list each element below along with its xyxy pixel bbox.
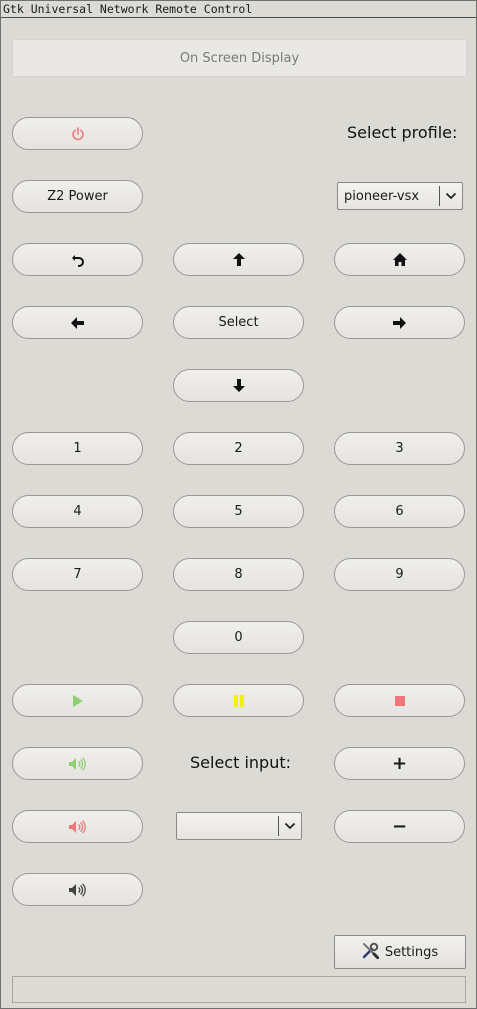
volume-green-icon	[68, 756, 87, 771]
stop-icon	[394, 695, 405, 706]
power-button[interactable]	[12, 117, 143, 150]
z2-power-label: Z2 Power	[47, 189, 108, 204]
chevron-down-icon	[440, 192, 462, 200]
key-8-button[interactable]: 8	[173, 558, 304, 591]
status-bar	[12, 976, 466, 1003]
settings-button[interactable]: Settings	[334, 935, 466, 969]
home-icon	[392, 253, 407, 266]
play-button[interactable]	[12, 684, 143, 717]
volume-down-button[interactable]	[12, 810, 143, 843]
stop-button[interactable]	[334, 684, 465, 717]
undo-arrow-icon	[71, 253, 85, 267]
plus-label: +	[391, 753, 408, 774]
select-input-label: Select input:	[190, 753, 291, 772]
minus-label: −	[391, 816, 408, 837]
profile-select-value: pioneer-vsx	[344, 188, 420, 204]
home-button[interactable]	[334, 243, 465, 276]
key-7-button[interactable]: 7	[12, 558, 143, 591]
select-profile-label: Select profile:	[347, 123, 458, 142]
volume-red-icon	[68, 819, 87, 834]
arrow-up-icon	[232, 253, 245, 266]
volume-up-button[interactable]	[12, 747, 143, 780]
plus-button[interactable]: +	[334, 747, 465, 780]
pause-button[interactable]	[173, 684, 304, 717]
arrow-down-icon	[232, 379, 245, 392]
osd-text: On Screen Display	[179, 50, 300, 66]
power-icon	[71, 126, 85, 141]
left-button[interactable]	[12, 306, 143, 339]
right-button[interactable]	[334, 306, 465, 339]
chevron-down-icon	[279, 822, 301, 830]
key-2-button[interactable]: 2	[173, 432, 304, 465]
key-6-button[interactable]: 6	[334, 495, 465, 528]
main-window: Gtk Universal Network Remote Control On …	[0, 0, 477, 1009]
key-3-button[interactable]: 3	[334, 432, 465, 465]
key-4-button[interactable]: 4	[12, 495, 143, 528]
up-button[interactable]	[173, 243, 304, 276]
select-button[interactable]: Select	[173, 306, 304, 339]
volume-mute-icon	[68, 882, 87, 897]
window-title: Gtk Universal Network Remote Control	[1, 1, 476, 18]
key-1-button[interactable]: 1	[12, 432, 143, 465]
key-9-button[interactable]: 9	[334, 558, 465, 591]
arrow-right-icon	[393, 316, 406, 329]
z2-power-button[interactable]: Z2 Power	[12, 180, 143, 213]
pause-icon	[233, 694, 245, 707]
down-button[interactable]	[173, 369, 304, 402]
settings-label: Settings	[384, 944, 439, 960]
on-screen-display: On Screen Display	[12, 39, 467, 77]
profile-select[interactable]: pioneer-vsx	[337, 182, 463, 210]
key-0-button[interactable]: 0	[173, 621, 304, 654]
back-button[interactable]	[12, 243, 143, 276]
arrow-left-icon	[71, 316, 84, 329]
mute-button[interactable]	[12, 873, 143, 906]
tools-icon	[362, 942, 380, 963]
key-5-button[interactable]: 5	[173, 495, 304, 528]
select-label: Select	[218, 315, 259, 330]
input-select[interactable]	[176, 812, 302, 840]
play-icon	[72, 694, 84, 707]
minus-button[interactable]: −	[334, 810, 465, 843]
